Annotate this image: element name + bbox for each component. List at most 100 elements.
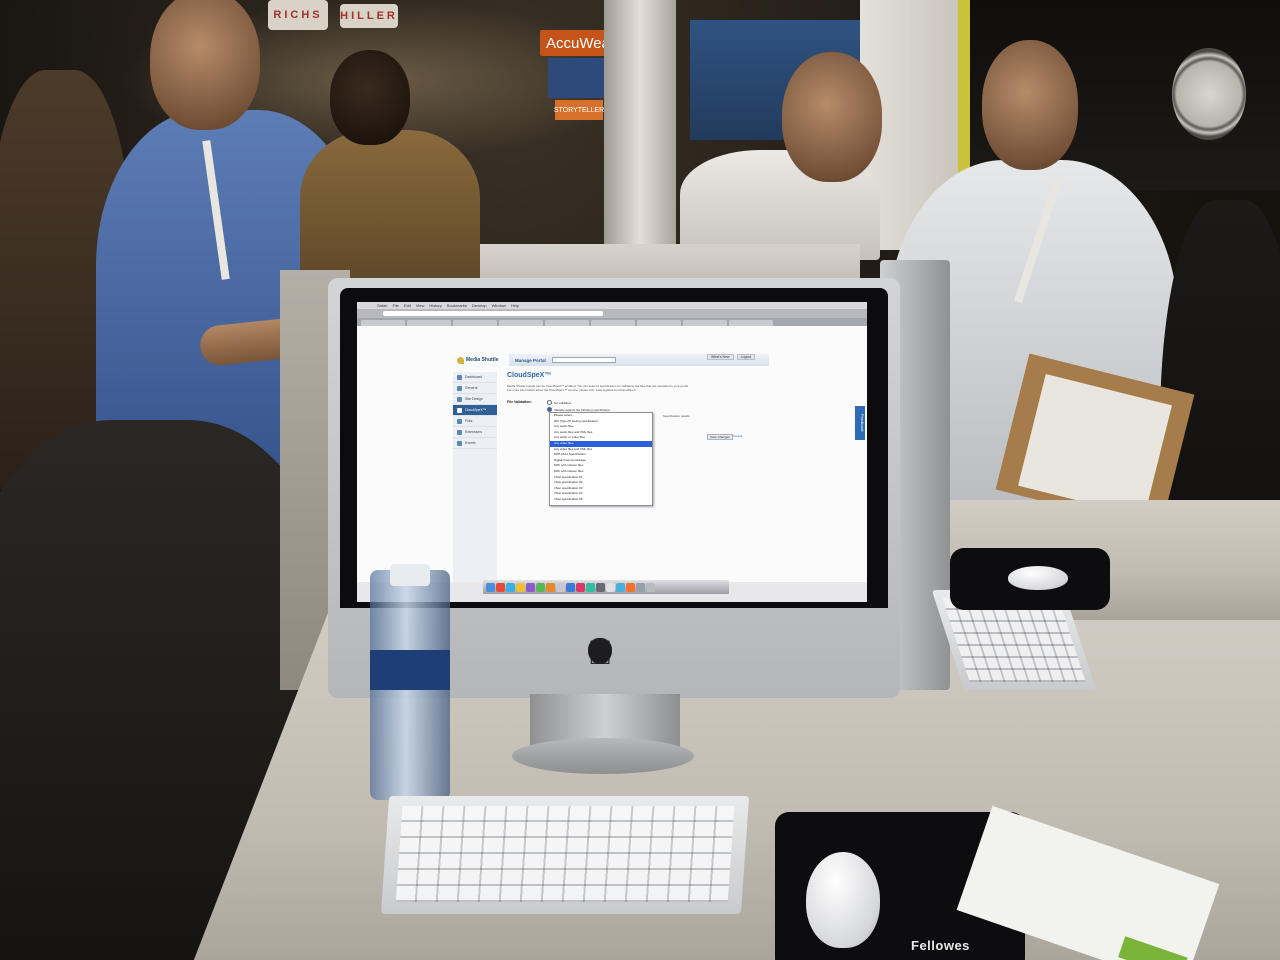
sidebar-item-cloudspex[interactable]: CloudSpeX™ <box>453 405 497 416</box>
app-icon[interactable] <box>496 582 505 592</box>
dropdown-option[interactable]: cTest specification #5 <box>550 497 652 503</box>
sidebar-item-dashboard[interactable]: Dashboard <box>453 372 497 383</box>
app-icon[interactable] <box>626 582 635 592</box>
address-bar[interactable] <box>383 311 603 316</box>
menu-view[interactable]: View <box>416 303 425 308</box>
menu-edit[interactable]: Edit <box>404 303 411 308</box>
wall-clock <box>1172 48 1246 140</box>
sidebar-item-label: CloudSpeX™ <box>465 408 487 412</box>
logo-mark-icon <box>457 356 464 364</box>
whats-new-button[interactable]: What's New <box>707 354 734 360</box>
feedback-tab[interactable]: Feedback <box>855 406 865 440</box>
browser-tabs <box>357 318 867 326</box>
browser-toolbar <box>357 309 867 318</box>
dashboard-icon <box>457 374 462 380</box>
sidebar-item-label: Extensions <box>465 430 483 434</box>
app-icon[interactable] <box>586 582 595 592</box>
sidebar-item-extensions[interactable]: Extensions <box>453 427 497 438</box>
sidebar-item-label: Files <box>465 419 473 423</box>
events-icon <box>457 440 462 446</box>
sidebar-item-site-design[interactable]: Site Design <box>453 394 497 405</box>
radio-no-validation[interactable]: No validation <box>547 400 571 405</box>
app-icon[interactable] <box>596 582 605 592</box>
radio-button[interactable] <box>547 400 552 405</box>
booth-banner-right: HILLER <box>340 4 398 28</box>
app-icon[interactable] <box>546 582 555 592</box>
mouse-main <box>806 852 880 948</box>
menu-file[interactable]: File <box>392 303 398 308</box>
booth-sign-blue <box>548 58 606 98</box>
trash-icon[interactable] <box>646 582 655 592</box>
logo-text: Media Shuttle <box>466 357 499 363</box>
logout-button[interactable]: Logout <box>736 354 756 360</box>
menu-bookmarks[interactable]: Bookmarks <box>447 303 467 308</box>
booth-banner-left: RICHS <box>268 0 328 30</box>
menu-develop[interactable]: Develop <box>472 303 487 308</box>
app-icon[interactable] <box>636 582 645 592</box>
radio-label: Validate against the following specifica… <box>554 407 611 412</box>
media-shuttle-logo: Media Shuttle <box>457 354 507 366</box>
extensions-icon <box>457 429 462 435</box>
app-icon[interactable] <box>556 582 565 592</box>
sidebar-item-label: Events <box>465 441 476 445</box>
portal-select[interactable] <box>551 357 616 363</box>
menu-window[interactable]: Window <box>492 303 506 308</box>
checkmark-icon <box>457 407 462 413</box>
intro-line: For more information about the CloudSpeX… <box>507 388 636 392</box>
water-bottle <box>370 564 450 800</box>
person-head-center <box>782 52 882 182</box>
app-icon[interactable] <box>566 582 575 592</box>
mousepad-brand: Fellowes <box>911 938 970 953</box>
sidebar-item-label: Site Design <box>465 397 483 401</box>
finder-icon[interactable] <box>486 582 495 592</box>
app-icon[interactable] <box>576 582 585 592</box>
bottle-cap <box>390 564 430 586</box>
specification-dropdown[interactable]: Please select... 202 (Sg's A5 testing spe… <box>549 412 653 506</box>
app-icon[interactable] <box>506 582 515 592</box>
app-icon[interactable] <box>526 582 535 592</box>
cancel-link[interactable]: Cancel <box>733 434 742 438</box>
intro-text: Media Shuttle portals can be CloudSpeX™ … <box>507 384 767 392</box>
sidebar-item-label: Dashboard <box>465 375 483 379</box>
dropdown-list: Please select... 202 (Sg's A5 testing spe… <box>550 413 652 503</box>
app-icon[interactable] <box>616 582 625 592</box>
sidebar-item-events[interactable]: Events <box>453 438 497 449</box>
person-head-right <box>982 40 1078 170</box>
save-changes-button[interactable]: Save Changes <box>707 434 733 440</box>
sidebar-item-label: General <box>465 386 478 390</box>
files-icon <box>457 418 462 424</box>
person-head-tan <box>330 50 410 145</box>
site-design-icon <box>457 396 462 402</box>
person-head-left <box>150 0 260 130</box>
mouse-right <box>1008 566 1068 590</box>
top-buttons: What's New Logout <box>707 354 756 360</box>
menu-history[interactable]: History <box>429 303 441 308</box>
imac-foot <box>512 738 694 774</box>
file-validation-label: File Validation: <box>507 400 532 404</box>
storyteller-sign: STORYTELLER <box>554 100 604 120</box>
page-title: CloudSpeX™ <box>507 372 552 379</box>
app-icon[interactable] <box>606 582 615 592</box>
spec-results-label: Specification results <box>663 414 690 418</box>
imac-screen: Safari File Edit View History Bookmarks … <box>357 302 867 602</box>
menu-safari[interactable]: Safari <box>377 303 387 308</box>
general-icon <box>457 385 462 391</box>
sidebar-item-general[interactable]: General <box>453 383 497 394</box>
manage-portal-title: Manage Portal <box>515 357 546 363</box>
menu-help[interactable]: Help <box>511 303 519 308</box>
notepad-stripe <box>1118 936 1188 960</box>
web-page: Media Shuttle Manage Portal What's New L… <box>357 326 867 582</box>
mac-dock <box>483 580 729 594</box>
apple-logo-shape <box>588 638 612 664</box>
keyboard-keys <box>395 806 735 902</box>
keyboard-keys <box>942 598 1086 682</box>
keyboard-main <box>380 796 750 914</box>
mac-menubar: Safari File Edit View History Bookmarks … <box>357 302 867 309</box>
app-icon[interactable] <box>516 582 525 592</box>
app-icon[interactable] <box>536 582 545 592</box>
radio-label: No validation <box>554 400 572 405</box>
photo-scene: RICHS HILLER AccuWeath STORYTELLER  Saf… <box>0 0 1280 960</box>
sidebar: Dashboard General Site Design CloudSpeX™… <box>453 372 497 582</box>
bottle-label <box>370 650 450 690</box>
sidebar-item-files[interactable]: Files <box>453 416 497 427</box>
